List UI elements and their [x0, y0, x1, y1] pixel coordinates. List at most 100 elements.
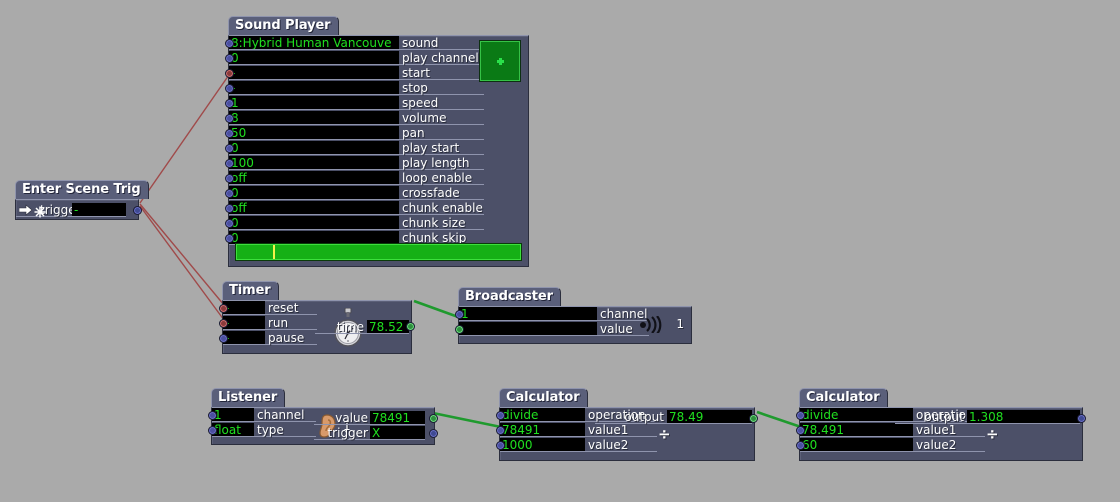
playback-indicator[interactable] — [479, 40, 521, 82]
field-output-value[interactable]: 78491 — [370, 411, 425, 425]
input-port-crossfade[interactable] — [225, 189, 234, 198]
output-label-value: value — [314, 411, 370, 425]
node-sound-player[interactable]: Sound Player 8:Hybrid Human Vancouve soun… — [225, 14, 529, 267]
field-pan[interactable]: 50 — [229, 126, 399, 140]
output-port-trigger[interactable] — [133, 206, 142, 215]
node-enter-scene-trig[interactable]: Enter Scene Trig trigger - — [15, 178, 149, 220]
field-trigger-value[interactable]: - — [72, 202, 126, 217]
field-type[interactable]: float — [212, 423, 254, 437]
input-port-value2[interactable] — [796, 441, 805, 450]
patch-canvas[interactable]: Sound Player 8:Hybrid Human Vancouve soun… — [0, 0, 1120, 502]
field-sound[interactable]: 8:Hybrid Human Vancouve — [229, 36, 399, 50]
output-port-value[interactable] — [429, 414, 438, 423]
input-port-loop-enable[interactable] — [225, 174, 234, 183]
node-listener[interactable]: Listener 1 channel float type 1 value 78491 t… — [208, 386, 438, 445]
field-stop[interactable]: - — [229, 81, 399, 95]
node-broadcaster[interactable]: Broadcaster 1 channel value 1 — [455, 285, 692, 344]
field-pause[interactable]: - — [223, 331, 265, 345]
input-port-play-length[interactable] — [225, 159, 234, 168]
input-port-start[interactable] — [225, 69, 234, 78]
port-label-value2: value2 — [913, 438, 985, 452]
node-body-listener[interactable]: 1 channel float type 1 value 78491 trigger X — [208, 407, 438, 445]
wire-timer-to-broadcaster — [413, 299, 462, 320]
field-operation[interactable]: divide — [500, 408, 585, 422]
input-port-play-channel[interactable] — [225, 54, 234, 63]
port-label-type: type — [254, 423, 316, 437]
input-port-reset[interactable] — [219, 304, 228, 313]
input-port-value2[interactable] — [496, 441, 505, 450]
field-chunk-size[interactable]: 0 — [229, 216, 399, 230]
input-port-chunk-size[interactable] — [225, 219, 234, 228]
input-port-volume[interactable] — [225, 114, 234, 123]
input-port-value1[interactable] — [496, 426, 505, 435]
input-port-speed[interactable] — [225, 99, 234, 108]
input-port-stop[interactable] — [225, 84, 234, 93]
input-port-pause[interactable] — [219, 334, 228, 343]
input-port-value[interactable] — [455, 325, 464, 334]
param-row: 100 play length — [229, 156, 528, 171]
input-port-channel[interactable] — [455, 310, 464, 319]
input-port-pan[interactable] — [225, 129, 234, 138]
node-title-calculator-1: Calculator — [499, 388, 588, 407]
node-timer[interactable]: Timer -reset-run-pause — [219, 279, 415, 354]
input-port-chunk-enable[interactable] — [225, 204, 234, 213]
field-play-channel[interactable]: 0 — [229, 51, 399, 65]
input-port-chunk-skip[interactable] — [225, 234, 234, 243]
field-value1[interactable]: 78491 — [500, 423, 585, 437]
node-calculator-1[interactable]: Calculator divide operation 78491 value1 100… — [496, 386, 758, 461]
field-output-value[interactable]: 1.308 — [967, 410, 1080, 424]
output-port-result[interactable] — [1077, 414, 1086, 423]
playhead-marker-icon — [273, 245, 276, 259]
input-port-value1[interactable] — [796, 426, 805, 435]
field-play-start[interactable]: 0 — [229, 141, 399, 155]
field-play-length[interactable]: 100 — [229, 156, 399, 170]
field-value1[interactable]: 78.491 — [800, 423, 913, 437]
field-run[interactable]: - — [223, 316, 265, 330]
field-value[interactable] — [459, 322, 597, 336]
field-channel[interactable]: 1 — [212, 408, 254, 422]
input-port-play-start[interactable] — [225, 144, 234, 153]
output-port-result[interactable] — [749, 414, 758, 423]
port-label-chunk-size: chunk size — [399, 216, 484, 230]
input-port-sound[interactable] — [225, 39, 234, 48]
output-port-time[interactable] — [406, 322, 415, 331]
input-port-type[interactable] — [208, 426, 217, 435]
field-speed[interactable]: 1 — [229, 96, 399, 110]
output-label-output: output — [895, 410, 967, 424]
field-value2[interactable]: 1000 — [500, 438, 585, 452]
param-row: -stop — [229, 81, 528, 96]
field-reset[interactable]: - — [223, 301, 265, 315]
node-body-sound-player[interactable]: 8:Hybrid Human Vancouve sound 0 play channe… — [225, 35, 529, 267]
port-label-play-start: play start — [399, 141, 484, 155]
field-output-value[interactable]: 78.49 — [667, 410, 752, 424]
input-port-channel[interactable] — [208, 411, 217, 420]
param-row: 78491 value1 — [500, 423, 754, 438]
input-port-operation[interactable] — [796, 411, 805, 420]
node-title-calculator-2: Calculator — [799, 388, 888, 407]
playback-progress-bar[interactable] — [235, 243, 522, 261]
node-body-timer[interactable]: -reset-run-pause — [219, 300, 415, 354]
port-label-start: start — [399, 66, 484, 80]
field-chunk-enable[interactable]: off — [229, 201, 399, 215]
output-port-trigger[interactable] — [429, 429, 438, 438]
input-port-operation[interactable] — [496, 411, 505, 420]
node-body-enter-scene-trig[interactable]: trigger - — [15, 199, 142, 220]
field-value2[interactable]: 60 — [800, 438, 913, 452]
input-port-run[interactable] — [219, 319, 228, 328]
field-channel[interactable]: 1 — [459, 307, 597, 321]
node-body-calculator-2[interactable]: divide operation 78.491 value1 60 value2 ÷ ou… — [796, 407, 1086, 461]
field-start[interactable]: - — [229, 66, 399, 80]
field-loop-enable[interactable]: off — [229, 171, 399, 185]
param-row: 0 chunk size — [229, 216, 528, 231]
node-body-calculator-1[interactable]: divide operation 78491 value1 1000 value2 ÷ o… — [496, 407, 758, 461]
field-time-output[interactable]: 78.52 — [367, 320, 409, 334]
field-volume[interactable]: 8 — [229, 111, 399, 125]
port-label-value1: value1 — [913, 423, 985, 437]
port-label-reset: reset — [265, 301, 317, 315]
field-output-trigger[interactable]: X — [370, 426, 425, 440]
param-row: 8 volume — [229, 111, 528, 126]
node-calculator-2[interactable]: Calculator divide operation 78.491 value1 60… — [796, 386, 1086, 461]
node-body-broadcaster[interactable]: 1 channel value 1 — [455, 306, 692, 344]
field-crossfade[interactable]: 0 — [229, 186, 399, 200]
wire-trigger-to-timer-reset — [139, 203, 225, 306]
